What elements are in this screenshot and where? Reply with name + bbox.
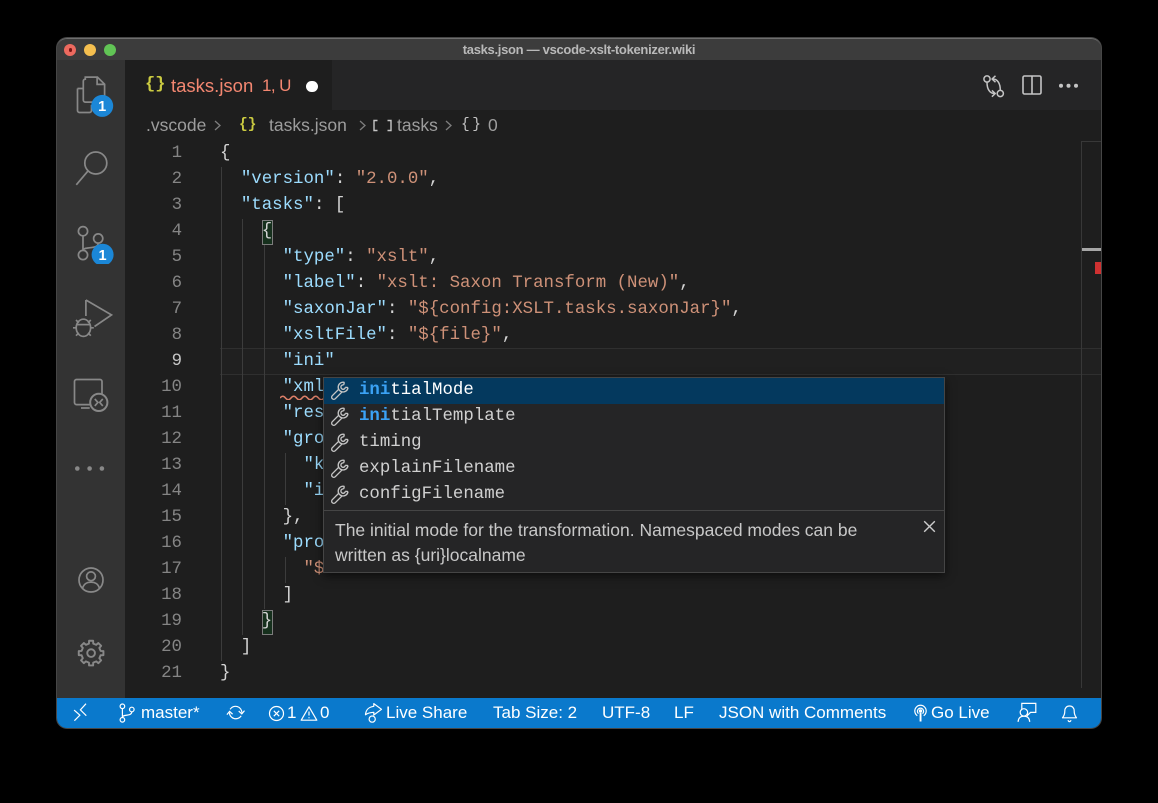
svg-text:1: 1 [98, 99, 106, 115]
svg-text:1: 1 [99, 248, 107, 264]
